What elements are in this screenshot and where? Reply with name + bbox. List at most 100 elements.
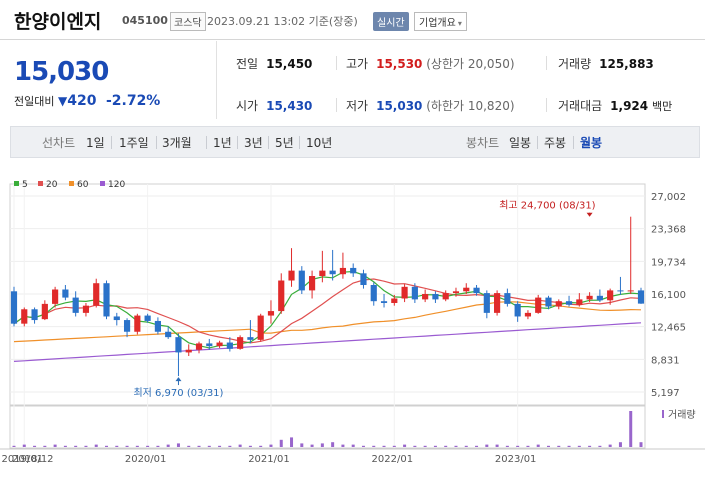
candle-body (380, 301, 388, 303)
volume-bar (290, 437, 294, 447)
y-tick-label: 16,100 (651, 290, 686, 301)
volume-bar (248, 445, 252, 447)
candle-body (113, 316, 120, 321)
volume-bar (125, 445, 129, 447)
volume-bar (372, 445, 376, 447)
candle-body (257, 315, 264, 340)
legend-swatch (38, 181, 43, 186)
volume-bar (433, 445, 437, 447)
volume-bar (43, 445, 47, 447)
amount-value: 1,924 (610, 99, 649, 113)
y-tick-label: 19,734 (651, 257, 686, 268)
volume-bar (187, 445, 191, 447)
volume-bar (320, 443, 324, 447)
y-tick-label: 8,831 (651, 355, 680, 366)
volume-bar (577, 445, 581, 447)
candle-body (504, 293, 511, 304)
volume-label: 거래량 (668, 409, 696, 421)
period-10y[interactable]: 10년 (306, 134, 332, 151)
period-1d[interactable]: 1일 (86, 134, 105, 151)
volume-bar (505, 445, 509, 447)
low-value: 15,030 (376, 99, 423, 113)
volume-bar (495, 444, 499, 447)
open-price: 시가 15,430 (236, 97, 312, 114)
volume-legend-marker (662, 410, 664, 418)
volume-bar (351, 444, 355, 447)
candle-body (93, 283, 100, 306)
candle-body (535, 297, 542, 313)
x-tick-label: 2019/01 (2, 454, 44, 465)
volume-bar (475, 445, 479, 447)
quote-datetime: 2023.09.21 13:02 기준(장중) (207, 15, 358, 28)
period-1y[interactable]: 1년 (213, 134, 232, 151)
volume-bar (146, 445, 150, 447)
volume-bar (485, 444, 489, 447)
period-1w[interactable]: 1주일 (119, 134, 149, 151)
y-tick-label: 5,197 (651, 388, 680, 399)
candle-body (288, 270, 295, 281)
realtime-button[interactable]: 실시간 (373, 12, 409, 31)
candle-body (134, 315, 141, 332)
candle-body (473, 287, 480, 294)
chevron-down-icon: ▾ (457, 19, 462, 28)
candle-body (329, 270, 336, 275)
volume-bar (115, 445, 119, 447)
volume-bar (53, 444, 57, 447)
divider (111, 136, 112, 149)
candle-body (442, 293, 449, 300)
divider (206, 136, 207, 149)
candle-monthly[interactable]: 월봉 (580, 134, 602, 151)
period-5y[interactable]: 5년 (275, 134, 294, 151)
volume-bar (341, 444, 345, 447)
candle-body (637, 290, 645, 304)
candle-body (422, 293, 429, 300)
candle-body (524, 312, 532, 317)
y-tick-label: 23,368 (651, 225, 686, 236)
low-annotation: 최저 6,970 (03/31) (133, 387, 223, 399)
legend-label: 120 (108, 180, 125, 190)
stock-header: 한양이엔지 045100 코스닥 2023.09.21 13:02 기준(장중)… (0, 0, 705, 40)
candle-daily[interactable]: 일봉 (509, 134, 531, 151)
candle-body (576, 299, 583, 305)
volume: 거래량 125,883 (558, 55, 654, 72)
volume-bar (413, 445, 417, 447)
volume-bar (629, 411, 633, 447)
candle-body (21, 309, 28, 324)
prev-close-value: 15,450 (266, 57, 313, 71)
candle-body (298, 270, 305, 291)
candle-body (432, 293, 439, 300)
period-selector: 선차트 1일 1주일 3개월 1년 3년 5년 10년 봉차트 일봉 주봉 월봉 (10, 126, 700, 158)
divider (216, 41, 217, 119)
company-info-label: 기업개요 (419, 18, 456, 29)
candle-body (617, 290, 624, 292)
candle-body (175, 337, 182, 353)
x-tick-label: 2022/01 (372, 454, 414, 465)
candle-body (226, 342, 233, 349)
volume-bar (74, 445, 78, 447)
volume-bar (218, 445, 222, 447)
legend-swatch (69, 181, 74, 186)
candle-body (565, 301, 573, 305)
amount-label: 거래대금 (558, 99, 603, 113)
candle-body (62, 289, 69, 298)
candle-weekly[interactable]: 주봉 (544, 134, 566, 151)
period-3y[interactable]: 3년 (244, 134, 263, 151)
high-value: 15,530 (376, 57, 423, 71)
volume-bar (84, 445, 88, 447)
stock-code: 045100 (122, 14, 168, 27)
company-info-dropdown[interactable]: 기업개요 ▾ (414, 12, 467, 31)
market-badge: 코스닥 (170, 12, 206, 31)
legend-label: 5 (22, 180, 28, 190)
x-tick-label: 2020/01 (125, 454, 167, 465)
volume-bar (618, 442, 622, 447)
period-3m[interactable]: 3개월 (162, 134, 192, 151)
volume-bar (279, 439, 283, 447)
y-tick-label: 12,465 (651, 323, 686, 334)
divider (336, 98, 337, 112)
candle-body (144, 315, 151, 321)
divider (299, 136, 300, 149)
candle-body (596, 295, 603, 301)
divider (546, 98, 547, 112)
volume-bar (94, 444, 98, 447)
candle-body (401, 286, 408, 299)
